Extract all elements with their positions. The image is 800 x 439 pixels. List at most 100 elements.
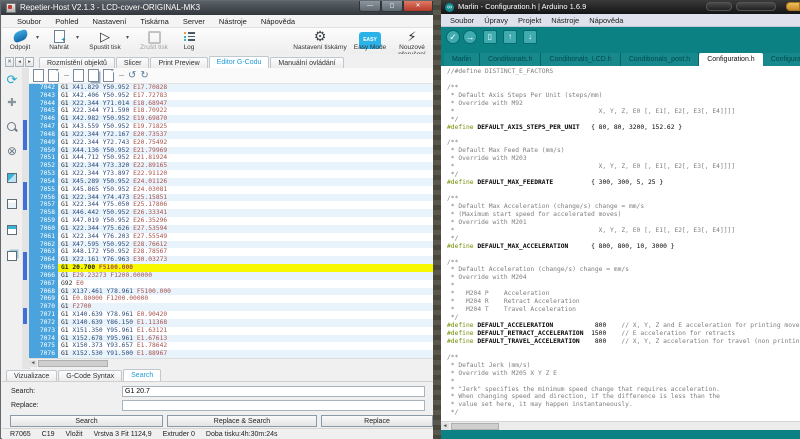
scroll-thumb[interactable] — [451, 423, 499, 430]
arduino-code-line-24[interactable] — [447, 251, 800, 259]
gcode-line-7059[interactable]: 7059G1 X47.019 Y50.952 E26.35296 — [29, 217, 434, 225]
arduino-tab-5[interactable]: Configuration_adv.h — [763, 53, 800, 66]
arduino-code-line-20[interactable]: * Override with M201 — [447, 219, 800, 227]
arduino-code-line-4[interactable]: * Default Axis Steps Per Unit (steps/mm) — [447, 92, 800, 100]
log-button[interactable]: Log — [177, 29, 201, 51]
arduino-code-line-12[interactable]: * Override with M203 — [447, 155, 800, 163]
gcode-line-7076[interactable]: 7076G1 X152.530 Y91.500 E1.88967 — [29, 350, 434, 358]
gcode-line-7065[interactable]: 7065G1 20.700 F5100.000 — [29, 264, 434, 272]
arduino-code-line-35[interactable]: #define DEFAULT_TRAVEL_ACCELERATION 800 … — [447, 338, 800, 346]
replace-input[interactable] — [122, 400, 425, 411]
close-button[interactable]: ✕ — [403, 1, 433, 12]
arduino-tab-0[interactable]: Marlin — [444, 53, 480, 66]
minimize-button[interactable] — [706, 2, 732, 11]
arduino-menu-2[interactable]: Projekt — [513, 16, 546, 25]
gcode-line-7070[interactable]: 7070G1 F2700 — [29, 303, 434, 311]
arduino-code-line-43[interactable]: * value set here, it may happen instanta… — [447, 401, 800, 409]
arduino-code-line-28[interactable]: * — [447, 282, 800, 290]
paste-icon[interactable] — [103, 69, 114, 82]
new-sketch-button[interactable]: ▯ — [483, 30, 497, 44]
gcode-line-7072[interactable]: 7072G1 X140.639 Y86.150 E1.11368 — [29, 319, 434, 327]
repetier-menu-6[interactable]: Nápověda — [254, 17, 302, 26]
gcode-line-7058[interactable]: 7058G1 X46.442 Y50.952 E26.33341 — [29, 209, 434, 217]
gcode-line-7063[interactable]: 7063G1 X48.172 Y50.952 E28.78567 — [29, 248, 434, 256]
rotate-view-icon[interactable]: ⟳ — [2, 72, 22, 88]
gcode-line-7060[interactable]: 7060G1 X22.344 Y75.626 E27.53594 — [29, 225, 434, 233]
repetier-menu-5[interactable]: Nástroje — [212, 17, 254, 26]
arduino-code-line-6[interactable]: * X, Y, Z, E0 [, E1[, E2[, E3[, E4]]]] — [447, 108, 800, 116]
arduino-code-line-3[interactable]: /** — [447, 84, 800, 92]
arduino-code-editor[interactable]: //#define DISTINCT_E_FACTORS /** * Defau… — [441, 66, 800, 421]
arduino-code-line-13[interactable]: * X, Y, Z, E0 [, E1[, E2[, E3[, E4]]]] — [447, 163, 800, 171]
zoom-icon[interactable] — [2, 120, 22, 138]
arduino-menu-1[interactable]: Úpravy — [479, 16, 513, 25]
gcode-line-7050[interactable]: 7050G1 X44.136 Y50.952 E21.79969 — [29, 147, 434, 155]
arduino-tab-2[interactable]: Conditionals_LCD.h — [541, 53, 620, 66]
repetier-titlebar[interactable]: Repetier-Host V2.1.3 - LCD-cover-ORIGINA… — [1, 1, 438, 15]
arduino-code-line-39[interactable]: * Override with M205 X Y Z E — [447, 370, 800, 378]
arduino-code-line-16[interactable] — [447, 187, 800, 195]
tab-3[interactable]: Editor G-Codu — [209, 56, 270, 68]
arduino-code-line-37[interactable]: /** — [447, 354, 800, 362]
arduino-code-line-30[interactable]: * M204 R Retract Acceleration — [447, 298, 800, 306]
arduino-titlebar[interactable]: ∞ Marlin - Configuration.h | Arduino 1.6… — [441, 0, 800, 14]
gcode-line-7066[interactable]: 7066G1 E29.23273 F1200.00000 — [29, 272, 434, 280]
arduino-code-line-26[interactable]: * Default Acceleration (change/s) change… — [447, 266, 800, 274]
arduino-code-line-9[interactable] — [447, 132, 800, 140]
gcode-line-7052[interactable]: 7052G1 X22.344 Y73.320 E22.89165 — [29, 162, 434, 170]
arduino-code-line-38[interactable]: * Default Jerk (mm/s) — [447, 362, 800, 370]
save-file-icon[interactable] — [73, 69, 84, 82]
center-view-icon[interactable]: ⊗ — [2, 144, 22, 158]
repetier-menu-3[interactable]: Tiskárna — [133, 17, 175, 26]
verify-button[interactable]: ✓ — [446, 30, 460, 44]
gcode-line-7046[interactable]: 7046G1 X42.982 Y50.952 E19.69870 — [29, 115, 434, 123]
bottom-tab-1[interactable]: G-Code Syntax — [58, 370, 122, 381]
arduino-code-line-42[interactable]: * When changing speed and direction, if … — [447, 393, 800, 401]
scroll-left-arrow[interactable]: ◄ — [441, 423, 449, 430]
new-file-icon[interactable] — [33, 69, 44, 82]
load-button[interactable]: + Nahrát — [44, 29, 74, 51]
tab-2[interactable]: Print Preview — [150, 57, 207, 68]
open-sketch-button[interactable]: ↑ — [503, 30, 517, 44]
gcode-line-7068[interactable]: 7068G1 X137.461 Y78.961 F5100.000 — [29, 288, 434, 296]
tab-1[interactable]: Slicer — [116, 57, 150, 68]
gcode-line-7045[interactable]: 7045G1 X22.344 Y71.590 E18.70922 — [29, 107, 434, 115]
arduino-code-line-23[interactable]: #define DEFAULT_MAX_ACCELERATION { 800, … — [447, 243, 800, 251]
arduino-code-line-44[interactable]: */ — [447, 409, 800, 417]
arduino-code-line-1[interactable]: //#define DISTINCT_E_FACTORS — [447, 68, 800, 76]
repetier-menu-1[interactable]: Pohled — [48, 17, 85, 26]
arduino-code-line-19[interactable]: * (Maximum start speed for accelerated m… — [447, 211, 800, 219]
gcode-line-7062[interactable]: 7062G1 X47.595 Y50.952 E28.76612 — [29, 241, 434, 249]
panel-right-button[interactable]: ▸ — [25, 57, 34, 67]
arduino-code-line-41[interactable]: * "Jerk" specifies the minimum speed cha… — [447, 386, 800, 394]
replace-and-search-button[interactable]: Replace & Search — [167, 415, 317, 427]
gcode-hscrollbar[interactable]: ◄ — [29, 358, 434, 368]
copy-icon[interactable] — [88, 69, 99, 82]
arduino-code-line-40[interactable]: * — [447, 378, 800, 386]
repetier-menu-2[interactable]: Nastavení — [86, 17, 134, 26]
open-file-icon[interactable] — [48, 69, 59, 82]
arduino-code-line-7[interactable]: */ — [447, 116, 800, 124]
gcode-line-7067[interactable]: 7067G92 E0 — [29, 280, 434, 288]
scroll-left-arrow[interactable]: ◄ — [29, 360, 37, 367]
repetier-menu-4[interactable]: Server — [176, 17, 212, 26]
arduino-tab-1[interactable]: Conditionals.h — [480, 53, 541, 66]
gcode-line-7051[interactable]: 7051G1 X44.712 Y50.952 E21.81924 — [29, 154, 434, 162]
maximize-button[interactable]: ◻ — [381, 1, 403, 12]
gcode-line-7056[interactable]: 7056G1 X22.344 Y74.473 E25.15851 — [29, 194, 434, 202]
gcode-line-7074[interactable]: 7074G1 X152.678 Y95.961 E1.67613 — [29, 335, 434, 343]
maximize-button[interactable] — [736, 2, 776, 11]
gcode-line-7042[interactable]: 7042G1 X41.829 Y50.952 E17.70828 — [29, 84, 434, 92]
arduino-code-line-25[interactable]: /** — [447, 259, 800, 267]
gcode-line-7057[interactable]: 7057G1 X22.344 Y75.050 E25.17806 — [29, 201, 434, 209]
gcode-line-7073[interactable]: 7073G1 X151.350 Y95.961 E1.63121 — [29, 327, 434, 335]
upload-button[interactable]: → — [463, 30, 477, 44]
arduino-code-line-15[interactable]: #define DEFAULT_MAX_FEEDRATE { 300, 300,… — [447, 179, 800, 187]
gcode-editor[interactable]: 7042G1 X41.829 Y50.952 E17.708287043G1 X… — [29, 84, 434, 358]
save-sketch-button[interactable]: ↓ — [523, 30, 537, 44]
arduino-code-line-33[interactable]: #define DEFAULT_ACCELERATION 800 // X, Y… — [447, 322, 800, 330]
arduino-code-line-34[interactable]: #define DEFAULT_RETRACT_ACCELERATION 150… — [447, 330, 800, 338]
arduino-code-line-22[interactable]: */ — [447, 235, 800, 243]
gcode-line-7047[interactable]: 7047G1 X43.559 Y50.952 E19.71825 — [29, 123, 434, 131]
gcode-line-7054[interactable]: 7054G1 X45.289 Y50.952 E24.01126 — [29, 178, 434, 186]
